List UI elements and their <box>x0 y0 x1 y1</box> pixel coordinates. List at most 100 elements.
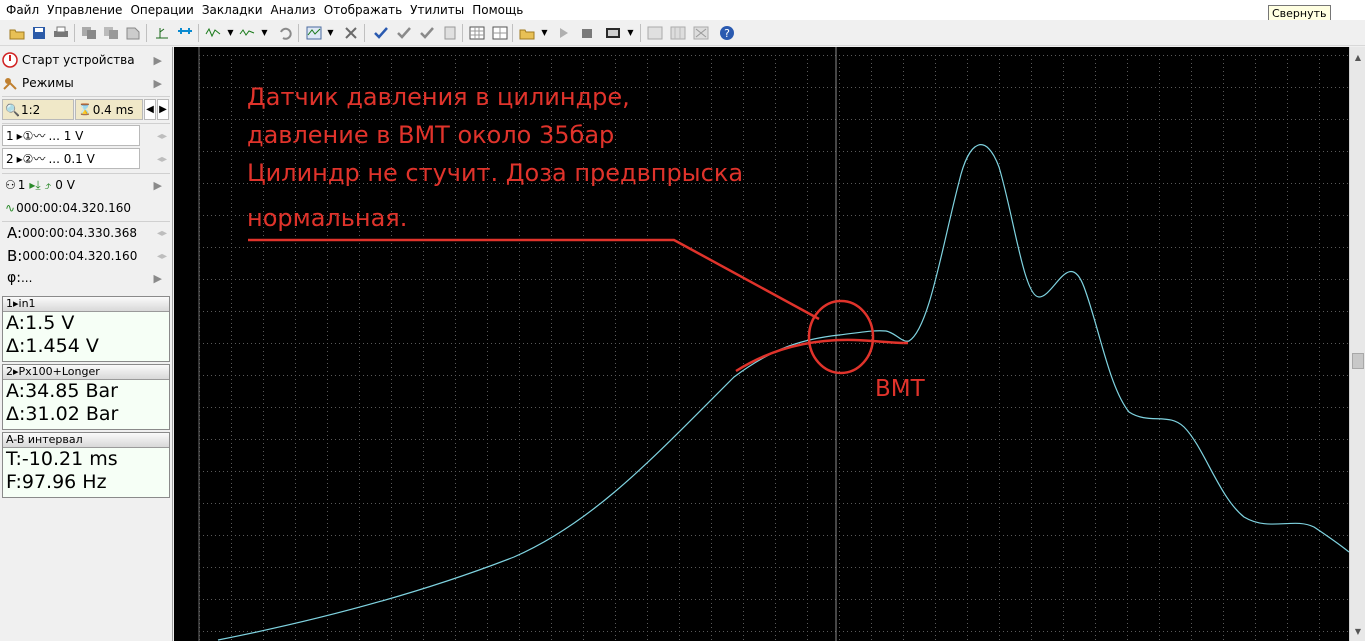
cursor-b-label: B: <box>7 247 23 265</box>
interval-frequency: F:97.96 Hz <box>6 471 107 493</box>
clipboard-icon[interactable] <box>124 24 141 41</box>
measurement-1-value-a: A:1.5 V <box>6 312 75 334</box>
check-icon[interactable] <box>372 24 389 41</box>
chart-disabled-icon[interactable] <box>646 24 663 41</box>
channel-2-row[interactable]: 2 ▸②〰 ... 0.1 V ◂▸ <box>2 148 170 170</box>
scroll-up-icon[interactable]: ▲ <box>1350 49 1365 65</box>
timebase-field[interactable]: ⌛ 0.4 ms <box>75 99 143 120</box>
interval-period: T:-10.21 ms <box>6 448 118 470</box>
chevron-right-icon: ▶ <box>153 76 162 90</box>
copy-icon[interactable] <box>80 24 97 41</box>
chevron-down-icon[interactable]: ▼ <box>536 24 553 41</box>
channel-2-spin[interactable]: ◂▸ <box>157 154 167 165</box>
menu-operations[interactable]: Операции <box>128 0 199 20</box>
display-icon[interactable] <box>604 24 621 41</box>
chart-x-icon[interactable] <box>692 24 709 41</box>
annotation-line-3: Цилиндр не стучит. Доза предвпрыска <box>247 159 744 187</box>
scroll-down-icon[interactable]: ▼ <box>1350 623 1365 639</box>
waveform-icon[interactable] <box>204 24 221 41</box>
modes-item[interactable]: Режимы ▶ <box>2 72 170 94</box>
scale-timebase-row: 🔍 1:2 ⌛ 0.4 ms ◀ ▶ <box>2 99 170 121</box>
grid-icon[interactable] <box>468 24 485 41</box>
delete-icon[interactable] <box>342 24 359 41</box>
scale-field[interactable]: 🔍 1:2 <box>2 99 74 120</box>
measurement-1-header: 1▸in1 <box>3 297 169 312</box>
chevron-down-icon[interactable]: ▼ <box>322 24 339 41</box>
scroll-thumb[interactable] <box>1352 353 1364 369</box>
cursor-b-row[interactable]: B: 000:00:04.320.160 ◂▸ <box>2 245 170 267</box>
save-icon[interactable] <box>30 24 47 41</box>
toolbar: ▼ ▼ ▼ ▼ ▼ ? <box>0 20 1365 46</box>
waveform-alt-icon[interactable] <box>238 24 255 41</box>
menu-help[interactable]: Помощь <box>470 0 529 20</box>
open-folder-icon[interactable] <box>8 24 25 41</box>
tdc-label: ВМТ <box>875 376 925 402</box>
trigger-time-row: ∿ 000:00:04.320.160 <box>2 197 170 219</box>
channel-1-scale: ... 1 V <box>48 128 84 143</box>
play-icon[interactable] <box>555 24 572 41</box>
menu-bookmarks[interactable]: Закладки <box>200 0 269 20</box>
channel-1-field[interactable]: 1 ▸①〰 ... 1 V <box>2 125 140 146</box>
measurement-1-value-delta: Δ:1.454 V <box>6 335 99 357</box>
channel-1-spin[interactable]: ◂▸ <box>157 131 167 142</box>
annotation-line-1: Датчик давления в цилиндре, <box>247 83 630 111</box>
vertical-scrollbar[interactable]: ▲ ▼ <box>1349 47 1365 641</box>
start-device-item[interactable]: Старт устройства ▶ <box>2 49 170 71</box>
cursor-icon[interactable] <box>153 24 170 41</box>
undo-icon[interactable] <box>276 24 293 41</box>
phase-row[interactable]: φ: ... ▶ <box>2 267 170 289</box>
trigger-edge-icon: ▸⤓ ⤴ <box>29 177 52 192</box>
control-panel: Старт устройства ▶ Режимы ▶ 🔍 1:2 ⌛ 0.4 … <box>0 47 173 641</box>
cursor-a-row[interactable]: A: 000:00:04.330.368 ◂▸ <box>2 222 170 244</box>
trigger-channel: 1 <box>17 178 26 192</box>
menu-bar: Файл Управление Операции Закладки Анализ… <box>0 0 1365 20</box>
page-icon[interactable] <box>441 24 458 41</box>
measurement-2-value-delta: Δ:31.02 Bar <box>6 403 119 425</box>
grid-alt-icon[interactable] <box>491 24 508 41</box>
phase-label: φ: <box>7 270 21 286</box>
measurement-interval: A-B интервал T:-10.21 ms F:97.96 Hz <box>2 432 170 498</box>
channel-1-row[interactable]: 1 ▸①〰 ... 1 V ◂▸ <box>2 125 170 147</box>
paste-icon[interactable] <box>102 24 119 41</box>
chevron-down-icon[interactable]: ▼ <box>222 24 239 41</box>
timebase-right-button[interactable]: ▶ <box>157 99 169 120</box>
menu-analysis[interactable]: Анализ <box>269 0 322 20</box>
channel-2-number: 2 <box>6 151 14 166</box>
stop-icon[interactable] <box>578 24 595 41</box>
trigger-icon: ⚇ <box>5 178 16 192</box>
folder-open-icon[interactable] <box>518 24 535 41</box>
phase-value: ... <box>20 271 33 285</box>
chevron-right-icon: ▶ <box>153 53 162 67</box>
chevron-down-icon[interactable]: ▼ <box>256 24 273 41</box>
check-down-icon[interactable] <box>395 24 412 41</box>
cursor-a-spin[interactable]: ◂▸ <box>157 228 167 239</box>
timebase-value: 0.4 ms <box>92 102 134 117</box>
measurement-2-value-a: A:34.85 Bar <box>6 380 118 402</box>
print-icon[interactable] <box>52 24 69 41</box>
channel-1-number: 1 <box>6 128 14 143</box>
menu-control[interactable]: Управление <box>45 0 128 20</box>
waveform-stack-icon[interactable] <box>305 24 322 41</box>
modes-icon <box>2 75 18 91</box>
menu-file[interactable]: Файл <box>4 0 45 20</box>
cursor-b-spin[interactable]: ◂▸ <box>157 251 167 262</box>
hourglass-icon: ⌛ <box>78 103 92 116</box>
svg-text:?: ? <box>724 27 730 40</box>
annotation-line-2: давление в ВМТ около 35бар <box>247 121 615 149</box>
chart-grid-icon[interactable] <box>669 24 686 41</box>
chevron-down-icon[interactable]: ▼ <box>622 24 639 41</box>
power-icon <box>2 52 18 68</box>
trigger-row[interactable]: ⚇ 1 ▸⤓ ⤴ 0 V ▶ <box>2 174 170 196</box>
channel-2-field[interactable]: 2 ▸②〰 ... 0.1 V <box>2 148 140 169</box>
check-alt-icon[interactable] <box>418 24 435 41</box>
scale-value: 1:2 <box>20 102 41 117</box>
cursor-a-time: 000:00:04.330.368 <box>22 226 138 240</box>
channel-2-scale: ... 0.1 V <box>48 151 95 166</box>
ruler-icon[interactable] <box>176 24 193 41</box>
timebase-left-button[interactable]: ◀ <box>144 99 156 120</box>
menu-display[interactable]: Отображать <box>322 0 408 20</box>
cursor-b-time: 000:00:04.320.160 <box>22 249 138 263</box>
trigger-level: 0 V <box>55 178 75 192</box>
help-icon[interactable]: ? <box>718 24 735 41</box>
menu-utilities[interactable]: Утилиты <box>408 0 470 20</box>
